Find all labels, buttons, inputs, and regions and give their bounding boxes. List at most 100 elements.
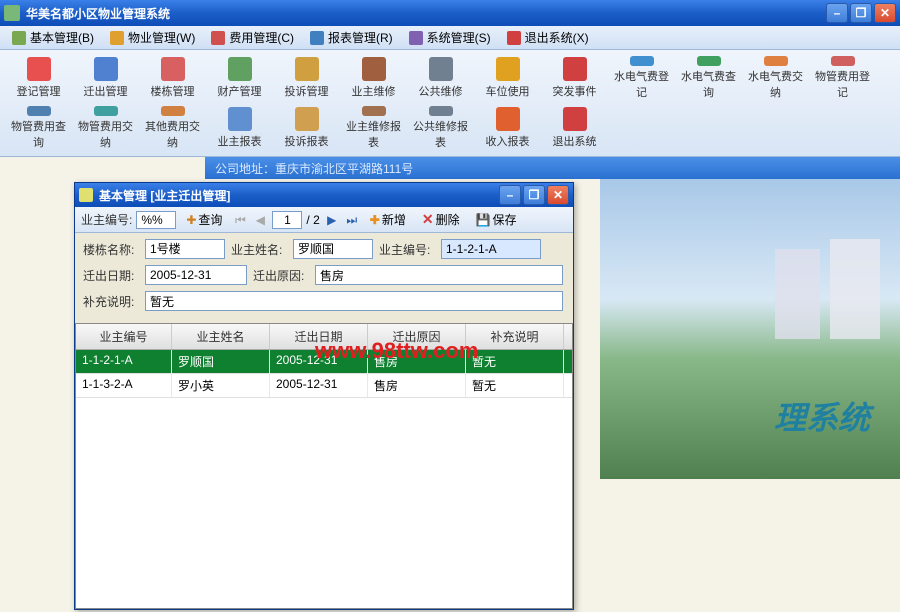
toolbar: 登记管理迁出管理楼栋管理财产管理投诉管理业主维修公共维修车位使用突发事件水电气费… (0, 50, 900, 157)
table-cell: 售房 (368, 350, 466, 373)
column-header[interactable]: 业主编号 (76, 324, 172, 349)
column-header[interactable]: 补充说明 (466, 324, 564, 349)
tool-icon (697, 56, 721, 66)
next-page-button[interactable]: ▶ (324, 212, 340, 228)
sub-window-icon (79, 188, 93, 202)
toolbar-button[interactable]: 投诉管理 (274, 54, 339, 102)
menu-label: 报表管理(R) (328, 29, 393, 46)
last-page-button[interactable]: ⏭ (344, 212, 360, 228)
menu-item[interactable]: 物业管理(W) (104, 27, 201, 48)
tool-icon (228, 107, 252, 131)
page-input[interactable] (272, 211, 302, 229)
date-select[interactable]: 2005-12-31 (145, 265, 247, 285)
bg-building (775, 249, 820, 339)
tool-icon (764, 56, 788, 66)
toolbar-button[interactable]: 退出系统 (542, 104, 607, 152)
table-cell: 售房 (368, 374, 466, 397)
app-title: 华美名都小区物业管理系统 (26, 5, 826, 22)
delete-button[interactable]: ✕删除 (416, 209, 466, 230)
owner-name-select[interactable]: 罗顺国 (293, 239, 373, 259)
maximize-button[interactable]: ❐ (850, 3, 872, 23)
minimize-button[interactable]: – (826, 3, 848, 23)
menu-item[interactable]: 退出系统(X) (501, 27, 595, 48)
toolbar-button[interactable]: 财产管理 (207, 54, 272, 102)
toolbar-button[interactable]: 迁出管理 (73, 54, 138, 102)
toolbar-button[interactable]: 物管费用交纳 (73, 104, 138, 152)
table-row[interactable]: 1-1-3-2-A罗小英2005-12-31售房暂无 (76, 374, 572, 398)
sub-maximize-button[interactable]: ❐ (523, 185, 545, 205)
column-header[interactable]: 迁出原因 (368, 324, 466, 349)
menu-label: 基本管理(B) (30, 29, 94, 46)
workspace: 公司地址：重庆市渝北区平湖路111号 理系统 基本管理 [业主迁出管理] – ❐… (0, 157, 900, 612)
building-select[interactable]: 1号楼 (145, 239, 225, 259)
toolbar-button[interactable]: 投诉报表 (274, 104, 339, 152)
first-page-button[interactable]: ⏮ (232, 212, 248, 228)
table-cell: 暂无 (466, 350, 564, 373)
toolbar-button[interactable]: 水电气费交纳 (743, 54, 808, 102)
tool-label: 突发事件 (553, 83, 597, 99)
bg-text: 理系统 (774, 393, 870, 439)
menu-item[interactable]: 费用管理(C) (205, 27, 300, 48)
tool-label: 退出系统 (553, 133, 597, 149)
reason-input[interactable] (315, 265, 563, 285)
building-label: 楼栋名称: (83, 241, 139, 258)
tool-icon (94, 57, 118, 81)
toolbar-button[interactable]: 突发事件 (542, 54, 607, 102)
date-label: 迁出日期: (83, 267, 139, 284)
menu-item[interactable]: 基本管理(B) (6, 27, 100, 48)
toolbar-button[interactable]: 车位使用 (475, 54, 540, 102)
table-cell: 1-1-2-1-A (76, 350, 172, 373)
toolbar-button[interactable]: 业主报表 (207, 104, 272, 152)
menu-item[interactable]: 系统管理(S) (403, 27, 497, 48)
toolbar-button[interactable]: 水电气费查询 (676, 54, 741, 102)
add-button[interactable]: ✚新增 (364, 209, 412, 230)
sub-close-button[interactable]: ✕ (547, 185, 569, 205)
search-label: 业主编号: (81, 211, 132, 228)
tool-icon (563, 57, 587, 81)
close-button[interactable]: ✕ (874, 3, 896, 23)
owner-name-label: 业主姓名: (231, 241, 287, 258)
tool-icon (94, 106, 118, 116)
tool-icon (496, 57, 520, 81)
toolbar-button[interactable]: 公共维修 (408, 54, 473, 102)
note-input[interactable] (145, 291, 563, 311)
column-header[interactable]: 迁出日期 (270, 324, 368, 349)
toolbar-button[interactable]: 收入报表 (475, 104, 540, 152)
menubar: 基本管理(B) 物业管理(W)费用管理(C) 报表管理(R) 系统管理(S) 退出系统(… (0, 26, 900, 50)
table-cell: 2005-12-31 (270, 374, 368, 397)
toolbar-button[interactable]: 业主维修 (341, 54, 406, 102)
tool-label: 物管费用登记 (812, 68, 873, 100)
column-header[interactable]: 业主姓名 (172, 324, 270, 349)
sub-minimize-button[interactable]: – (499, 185, 521, 205)
toolbar-button[interactable]: 其他费用交纳 (140, 104, 205, 152)
toolbar-button[interactable]: 物管费用查询 (6, 104, 71, 152)
search-input[interactable] (136, 211, 176, 229)
page-total: / 2 (306, 213, 319, 227)
tool-label: 楼栋管理 (151, 83, 195, 99)
tool-label: 收入报表 (486, 133, 530, 149)
toolbar-button[interactable]: 水电气费登记 (609, 54, 674, 102)
address-bar: 公司地址：重庆市渝北区平湖路111号 (205, 157, 900, 179)
table-row[interactable]: 1-1-2-1-A罗顺国2005-12-31售房暂无 (76, 350, 572, 374)
menu-item[interactable]: 报表管理(R) (304, 27, 399, 48)
tool-label: 迁出管理 (84, 83, 128, 99)
owner-id-label: 业主编号: (379, 241, 435, 258)
main-titlebar: 华美名都小区物业管理系统 – ❐ ✕ (0, 0, 900, 26)
tool-label: 水电气费登记 (611, 68, 672, 100)
prev-page-button[interactable]: ◀ (252, 212, 268, 228)
menu-label: 退出系统(X) (525, 29, 589, 46)
menu-icon (310, 31, 324, 45)
table-cell: 1-1-3-2-A (76, 374, 172, 397)
tool-label: 水电气费交纳 (745, 68, 806, 100)
toolbar-button[interactable]: 业主维修报表 (341, 104, 406, 152)
save-button[interactable]: 💾保存 (470, 209, 523, 230)
toolbar-button[interactable]: 登记管理 (6, 54, 71, 102)
sub-window-title: 基本管理 [业主迁出管理] (99, 187, 499, 204)
tool-label: 公共维修 (419, 83, 463, 99)
search-button[interactable]: ✚查询 (180, 209, 228, 230)
tool-icon (831, 56, 855, 66)
toolbar-button[interactable]: 公共维修报表 (408, 104, 473, 152)
toolbar-button[interactable]: 物管费用登记 (810, 54, 875, 102)
owner-id-input[interactable] (441, 239, 541, 259)
toolbar-button[interactable]: 楼栋管理 (140, 54, 205, 102)
